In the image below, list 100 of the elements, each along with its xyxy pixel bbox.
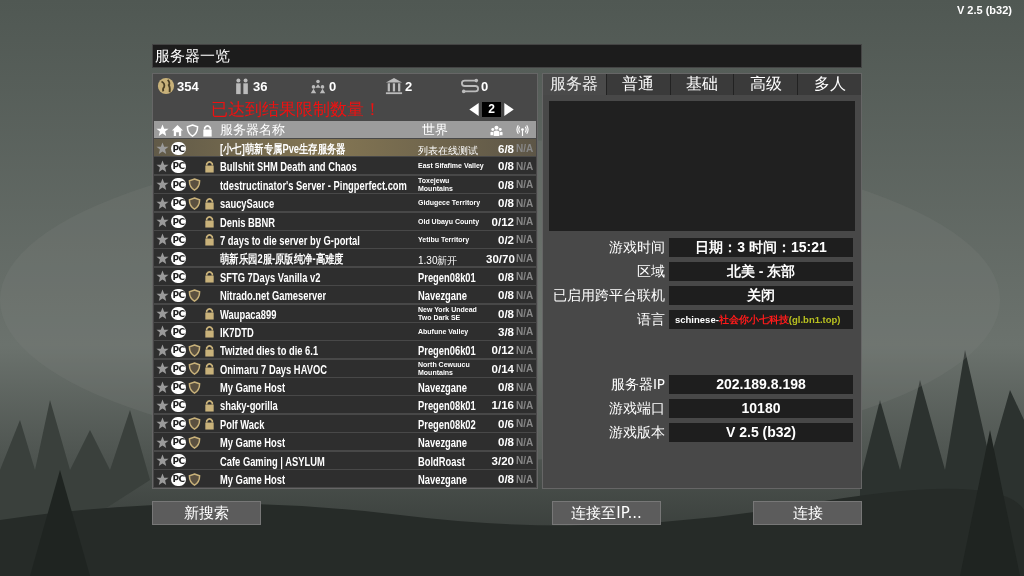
star-icon[interactable] <box>156 178 169 192</box>
server-row[interactable]: PC 萌新乐园2服-原版纯净-高难度 1.30新开 30/70N/A <box>154 249 536 267</box>
star-icon[interactable] <box>156 454 169 468</box>
server-name: SFTG 7Days Vanilla v2 <box>220 270 321 285</box>
server-row[interactable]: PC Twizted dies to die 6.1 Pregen06k01 0/12 N/A <box>154 341 536 359</box>
platform-badge: PC <box>171 435 186 449</box>
detail-value: schinese-社会你小七科技(gl.bn1.top) <box>669 310 853 329</box>
server-name: tdestructinator's Server - Pingperfect.com <box>220 178 407 193</box>
ping-value: N/A <box>516 473 535 485</box>
star-icon[interactable] <box>156 288 169 302</box>
server-row[interactable]: PC My Game Host Navezgane 0/8 N/A <box>154 433 536 451</box>
server-row[interactable]: PC SFTG 7Days Vanilla v2 Pregen08k01 0/8 N/A <box>154 267 536 285</box>
world-name: Navezgane <box>418 437 467 450</box>
world-name: Pregen08k01 <box>418 400 476 413</box>
star-icon[interactable] <box>156 196 169 210</box>
server-name: [小七]萌新专属Pve生存服务器 <box>220 141 346 158</box>
stat-count: 0 <box>329 78 337 94</box>
signal-icon[interactable] <box>516 123 529 137</box>
server-row[interactable]: PC [小七]萌新专属Pve生存服务器 列表在线测试 6/8 N/A <box>154 139 536 156</box>
detail-label: 游戏端口 <box>608 399 665 418</box>
player-count: 0/12 <box>490 344 514 357</box>
server-name: Twizted dies to die 6.1 <box>220 344 319 359</box>
player-count: 0/2 <box>497 233 514 246</box>
star-icon[interactable] <box>156 398 169 412</box>
ping-value: N/A <box>516 271 535 283</box>
ping-value: N/A <box>516 289 535 301</box>
detail-value: 北美 - 东部 <box>669 262 853 281</box>
detail-label: 游戏时间 <box>608 238 665 257</box>
server-row[interactable]: PC Cafe Gaming | ASYLUM BoldRoast 3/20 N/A <box>154 451 536 469</box>
detail-value: 202.189.8.198 <box>669 375 853 394</box>
tab[interactable]: 高级 <box>733 74 798 95</box>
server-row[interactable]: PC shaky-gorilla Pregen08k01 1/16 N/A <box>154 396 536 414</box>
tab[interactable]: 基础 <box>669 74 734 95</box>
ping-value: N/A <box>516 143 535 154</box>
server-name: 7 days to die server by G-portal <box>220 233 360 248</box>
ping-value: N/A <box>516 197 535 209</box>
star-icon[interactable] <box>156 472 169 486</box>
star-icon[interactable] <box>156 343 169 357</box>
world-name: BoldRoast <box>418 455 465 468</box>
detail-label: 区域 <box>636 262 665 281</box>
ping-value: N/A <box>516 179 535 191</box>
star-icon[interactable] <box>156 270 169 284</box>
star-icon[interactable] <box>156 142 169 155</box>
players-icon[interactable] <box>490 123 503 137</box>
player-count: 0/6 <box>497 417 514 430</box>
player-count: 0/12 <box>490 215 514 228</box>
server-row[interactable]: PC Nitrado.net Gameserver Navezgane 0/8 N/A <box>154 286 536 304</box>
world-name: Pregen08k02 <box>418 418 476 431</box>
server-row[interactable]: PC My Game Host Navezgane 0/8 N/A <box>154 470 536 488</box>
new-search-button[interactable]: 新搜索 <box>152 501 261 525</box>
platform-badge: PC <box>171 362 186 376</box>
server-name: My Game Host <box>220 473 285 488</box>
server-name: Waupaca899 <box>220 307 277 322</box>
platform-badge: PC <box>171 343 186 357</box>
previous-page-icon[interactable] <box>468 102 481 117</box>
stat-count: 2 <box>405 78 413 94</box>
star-icon[interactable] <box>156 252 169 266</box>
shield-icon <box>186 123 199 137</box>
tab[interactable]: 多人 <box>797 74 861 95</box>
next-page-icon[interactable] <box>503 102 515 117</box>
star-icon[interactable] <box>156 159 169 173</box>
tab[interactable]: 普通 <box>605 74 670 95</box>
version-label: V 2.5 (b32) <box>956 4 1012 16</box>
star-icon[interactable] <box>156 380 169 394</box>
stat-count: 0 <box>481 78 489 94</box>
star-icon[interactable] <box>156 215 169 229</box>
ping-value: N/A <box>516 455 535 467</box>
ping-value: N/A <box>516 344 535 356</box>
platform-badge: PC <box>171 472 186 486</box>
platform-badge: PC <box>171 215 186 229</box>
star-icon[interactable] <box>156 417 169 431</box>
ping-value: N/A <box>516 160 535 172</box>
player-count: 30/70 <box>486 252 514 265</box>
ping-value: N/A <box>516 399 535 411</box>
server-name: saucySauce <box>220 197 275 212</box>
star-icon[interactable] <box>156 435 169 449</box>
ping-value: N/A <box>516 436 535 448</box>
platform-badge: PC <box>171 454 186 468</box>
server-row[interactable]: PC My Game Host Navezgane 0/8 N/A <box>154 378 536 396</box>
ping-value: N/A <box>516 381 535 393</box>
detail-value: V 2.5 (b32) <box>669 423 853 442</box>
platform-badge: PC <box>171 159 186 173</box>
star-icon[interactable] <box>156 233 169 247</box>
star-icon[interactable] <box>156 362 169 376</box>
connect-button[interactable]: 连接 <box>753 501 862 525</box>
star-icon[interactable] <box>156 307 169 320</box>
world-name: Navezgane <box>418 382 467 395</box>
group-icon <box>309 77 327 95</box>
star-icon[interactable] <box>156 325 169 339</box>
detail-label: 语言 <box>636 310 665 329</box>
detail-value: 关闭 <box>669 286 853 305</box>
server-name: Polf Wack <box>220 417 265 432</box>
ping-value: N/A <box>516 253 535 265</box>
player-count: 3/20 <box>490 454 514 467</box>
connect-to-ip-button[interactable]: 连接至IP... <box>552 501 661 525</box>
server-row[interactable]: PC Polf Wack Pregen08k02 0/6 N/A <box>154 414 536 432</box>
player-count: 0/8 <box>497 178 514 191</box>
player-count: 0/8 <box>497 473 514 486</box>
ping-value: N/A <box>516 418 535 430</box>
world-name: 1.30新开 <box>418 255 458 266</box>
